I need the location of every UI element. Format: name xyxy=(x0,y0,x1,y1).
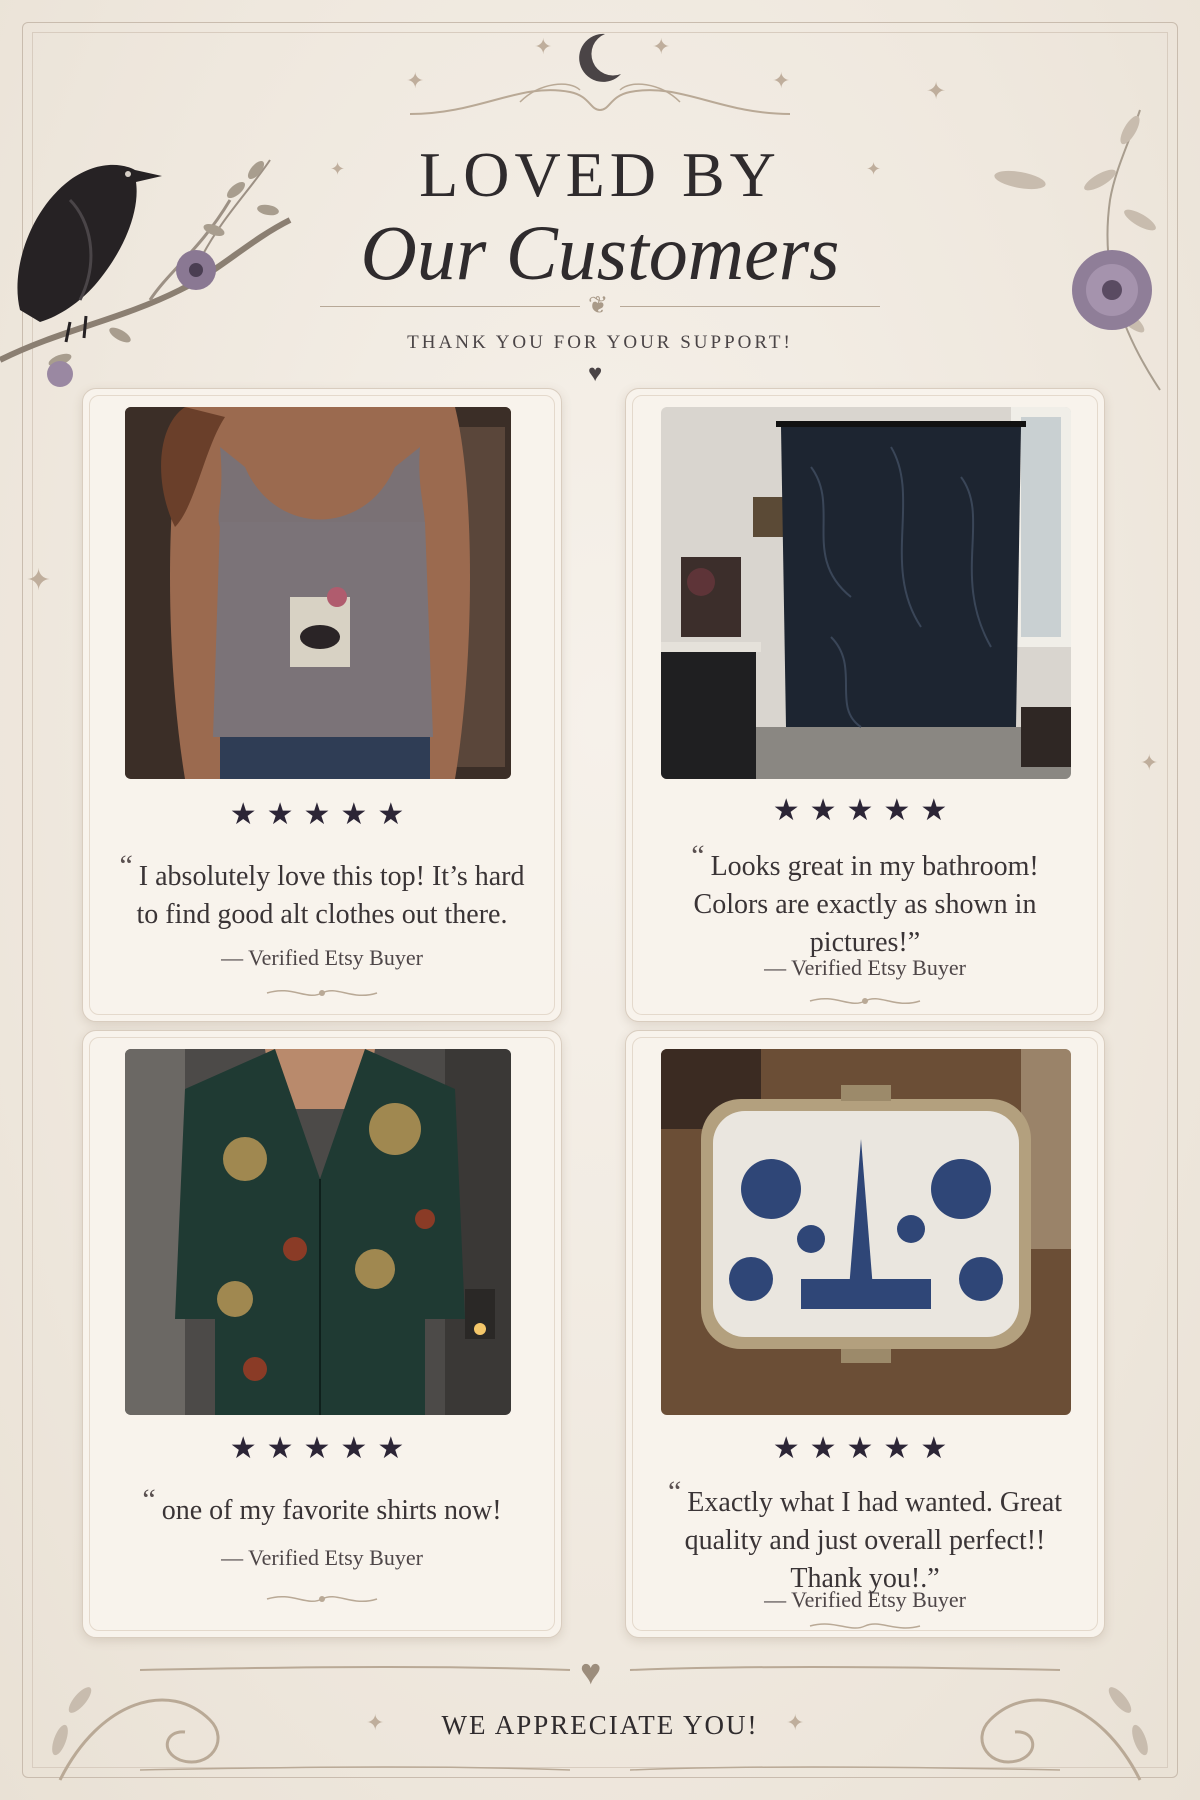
header: LOVED BY Our Customers ❦ THANK YOU FOR Y… xyxy=(0,0,1200,400)
card-flourish xyxy=(809,997,921,1005)
product-photo-pill-case xyxy=(661,1049,1071,1415)
review-quote: “one of my favorite shirts now! xyxy=(113,1481,531,1530)
header-divider-left xyxy=(320,306,580,307)
review-card-3: ★★★★★ “one of my favorite shirts now! — … xyxy=(82,1030,562,1638)
footer-message: WE APPRECIATE YOU! xyxy=(441,1710,759,1740)
title-line-2: Our Customers xyxy=(360,209,840,296)
star-rating: ★★★★★ xyxy=(229,798,415,831)
quote-mark-icon: “ xyxy=(119,849,133,882)
reviewer-label: — Verified Etsy Buyer xyxy=(764,1587,966,1612)
review-text: Exactly what I had wanted. Great quality… xyxy=(684,1487,1063,1594)
product-photo-floral-shirt xyxy=(125,1049,511,1415)
card-flourish xyxy=(809,1623,921,1629)
review-card-1: ★★★★★ “I absolutely love this top! It’s … xyxy=(82,388,562,1022)
review-card-2: ★★★★★ “Looks great in my bathroom! Color… xyxy=(625,388,1105,1022)
quote-mark-icon: “ xyxy=(667,1475,682,1508)
star-rating: ★★★★★ xyxy=(229,1432,415,1465)
reviewer-label: — Verified Etsy Buyer xyxy=(221,945,423,970)
card-flourish xyxy=(266,989,378,997)
subtitle: THANK YOU FOR YOUR SUPPORT! xyxy=(407,332,793,353)
sparkle-icon: ✦ xyxy=(26,564,52,597)
review-text: I absolutely love this top! It’s hard to… xyxy=(136,861,525,930)
heart-icon: ♥ xyxy=(580,1652,602,1692)
star-rating: ★★★★★ xyxy=(772,794,958,827)
review-text: one of my favorite shirts now! xyxy=(161,1495,502,1526)
reviewer-label: — Verified Etsy Buyer xyxy=(764,955,966,980)
review-text: Looks great in my bathroom! Colors are e… xyxy=(693,851,1039,958)
title-line-1: LOVED BY xyxy=(419,139,781,210)
quote-mark-icon: “ xyxy=(691,839,705,872)
product-photo-tank-top xyxy=(125,407,511,779)
sparkle-icon: ✦ xyxy=(1140,750,1159,775)
page-background: ✦ ✦ ✦ ✦ ✦ ✦ ✦ ✦ ✦ LOVED BY Our Customers… xyxy=(0,0,1200,1800)
product-photo-shower-curtain xyxy=(661,407,1071,779)
review-quote: “Exactly what I had wanted. Great qualit… xyxy=(666,1473,1064,1598)
divider-ornament-icon: ❦ xyxy=(588,293,609,319)
quote-mark-icon: “ xyxy=(142,1483,156,1516)
reviewer-label: — Verified Etsy Buyer xyxy=(221,1545,423,1570)
review-quote: “I absolutely love this top! It’s hard t… xyxy=(113,847,531,934)
heart-icon: ♥ xyxy=(588,361,603,387)
review-card-4: ★★★★★ “Exactly what I had wanted. Great … xyxy=(625,1030,1105,1638)
star-rating: ★★★★★ xyxy=(772,1432,958,1465)
header-divider-right xyxy=(620,306,880,307)
review-quote: “Looks great in my bathroom! Colors are … xyxy=(666,837,1064,962)
card-flourish xyxy=(266,1595,378,1603)
